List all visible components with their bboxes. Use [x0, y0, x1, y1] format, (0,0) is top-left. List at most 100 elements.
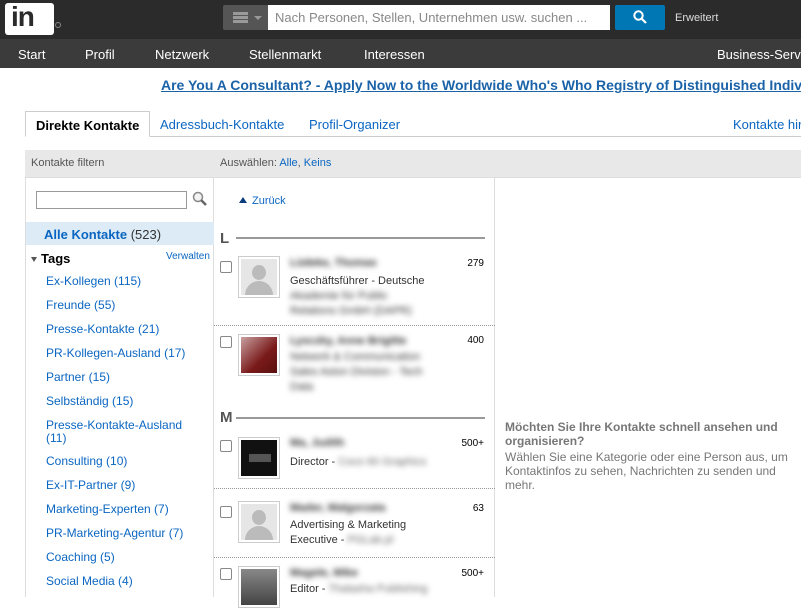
select-none-link[interactable]: Keins	[304, 157, 332, 169]
tag-item[interactable]: PR-Marketing-Agentur (7)	[46, 527, 206, 540]
tag-item[interactable]: Selbständig (15)	[46, 395, 206, 408]
contact-photo-image	[241, 440, 277, 476]
contact-connection-count: 63	[472, 503, 484, 514]
contact-photo-image	[241, 569, 277, 605]
chevron-down-icon	[254, 16, 262, 20]
main-nav: Start Profil Netzwerk Stellenmarkt Inter…	[0, 39, 801, 68]
linkedin-logo[interactable]: in	[5, 1, 54, 35]
tag-item[interactable]: Freunde (55)	[46, 299, 206, 312]
manage-tags-link[interactable]: Verwalten	[166, 251, 210, 262]
contact-connection-count: 279	[467, 258, 484, 269]
tag-item[interactable]: Presse-Kontakte (21)	[46, 323, 206, 336]
contact-company[interactable]: Coco 60 Graphics	[338, 456, 426, 468]
tab-profile-organizer[interactable]: Profil-Organizer	[309, 117, 400, 132]
contact-checkbox[interactable]	[220, 506, 232, 518]
filter-header-label: Kontakte filtern	[31, 157, 105, 169]
contact-headline-2: Sales Aston Division - Tech	[290, 366, 423, 378]
contact-checkbox[interactable]	[220, 440, 232, 452]
contact-name[interactable]: Ma, Judith	[290, 437, 344, 449]
contact-photo[interactable]	[238, 566, 280, 608]
triangle-down-icon	[31, 257, 37, 263]
row-divider	[214, 325, 495, 326]
contact-photo[interactable]	[238, 256, 280, 298]
tags-label: Tags	[41, 251, 71, 266]
contact-headline-2: Executive - PGLab.pl	[290, 533, 393, 548]
tab-address-book-contacts[interactable]: Adressbuch-Kontakte	[160, 117, 284, 132]
menu-icon	[233, 12, 248, 23]
tag-item[interactable]: Ex-Kollegen (115)	[46, 275, 206, 288]
letter-heading: M	[220, 409, 233, 426]
contact-photo[interactable]	[238, 501, 280, 543]
nav-item-network[interactable]: Netzwerk	[155, 47, 209, 62]
contact-name[interactable]: Magele, Mike	[290, 567, 358, 579]
nav-item-interests[interactable]: Interessen	[364, 47, 425, 62]
nav-item-start[interactable]: Start	[18, 47, 45, 62]
filter-sidebar: Alle Kontakte (523) Tags Verwalten Ex-Ko…	[25, 178, 214, 597]
letter-heading: L	[220, 230, 230, 247]
contact-list: Zurück L Lüdeke, Thomas 279 Geschäftsfüh…	[214, 178, 495, 608]
tag-item[interactable]: Coaching (5)	[46, 551, 206, 564]
search-category-dropdown[interactable]	[223, 5, 268, 30]
tags-section-toggle[interactable]: Tags	[31, 251, 70, 266]
select-all-link[interactable]: Alle	[279, 157, 297, 169]
contact-company[interactable]: PGLab.pl	[347, 534, 393, 546]
letter-divider	[236, 417, 485, 419]
logo-text: in	[11, 1, 35, 33]
tag-item[interactable]: Marketing-Experten (7)	[46, 503, 206, 516]
logo-label: in	[11, 1, 35, 32]
advanced-search-link[interactable]: Erweitert	[675, 12, 718, 24]
contact-headline: Network & Communication	[290, 351, 421, 363]
all-contacts-label: Alle Kontakte	[44, 227, 128, 242]
top-header: in Erweitert	[0, 0, 801, 39]
contact-photo[interactable]	[238, 334, 280, 376]
tag-item[interactable]: Consulting (10)	[46, 455, 206, 468]
contact-headline-3: Relations GmbH (DAPR)	[290, 305, 412, 317]
contact-name[interactable]: Lysczky, Anne Brigitte	[290, 335, 406, 347]
tag-item[interactable]: Partner (15)	[46, 371, 206, 384]
tab-add-contacts[interactable]: Kontakte hir	[733, 117, 801, 132]
row-divider	[214, 488, 495, 489]
tag-item[interactable]: Social Media (4)	[46, 575, 206, 588]
search-icon	[633, 10, 647, 24]
nav-item-business-services[interactable]: Business-Serv	[717, 47, 801, 62]
ad-banner-link[interactable]: Are You A Consultant? - Apply Now to the…	[161, 77, 801, 93]
contact-name[interactable]: Mader, Malgorzata	[290, 502, 385, 514]
tab-direct-contacts[interactable]: Direkte Kontakte	[25, 111, 151, 137]
detail-column-header	[495, 150, 801, 178]
select-label: Auswählen:	[220, 157, 277, 169]
tag-item[interactable]: Ex-IT-Partner (9)	[46, 479, 206, 492]
nav-item-profile[interactable]: Profil	[85, 47, 115, 62]
registered-mark-icon	[55, 22, 61, 28]
contact-headline-3: Data	[290, 381, 314, 393]
contact-connection-count: 400	[467, 335, 484, 346]
detail-panel: Möchten Sie Ihre Kontakte schnell ansehe…	[495, 178, 801, 597]
triangle-up-icon	[239, 197, 247, 203]
back-label: Zurück	[252, 195, 286, 207]
contact-headline-text: Director -	[290, 456, 339, 468]
search-input[interactable]	[268, 5, 610, 30]
detail-text: Wählen Sie eine Kategorie oder eine Pers…	[505, 450, 788, 492]
contact-name[interactable]: Lüdeke, Thomas	[290, 257, 377, 269]
tag-item[interactable]: Presse-Kontakte-Ausland (11)	[46, 419, 191, 445]
generic-avatar-icon	[241, 259, 277, 295]
contact-headline: Advertising & Marketing	[290, 519, 407, 531]
all-contacts-count: (523)	[130, 227, 162, 242]
contact-photo[interactable]	[238, 437, 280, 479]
contact-checkbox[interactable]	[220, 336, 232, 348]
all-contacts-item[interactable]: Alle Kontakte (523)	[26, 222, 214, 245]
contact-headline-text: Editor -	[290, 583, 329, 595]
filter-column-header: Kontakte filtern	[25, 150, 214, 178]
filter-contacts-input[interactable]	[36, 191, 187, 209]
contact-headline: Director - Coco 60 Graphics	[290, 455, 426, 470]
back-link[interactable]: Zurück	[239, 195, 286, 207]
generic-avatar-icon	[241, 504, 277, 540]
contact-checkbox[interactable]	[220, 568, 232, 580]
search-button[interactable]	[615, 5, 665, 30]
contact-checkbox[interactable]	[220, 261, 232, 273]
contact-headline-2: Akademie für Public	[290, 290, 388, 302]
contact-company[interactable]: Thalasha Publishing	[328, 583, 427, 595]
row-divider	[214, 557, 495, 558]
search-icon[interactable]	[192, 191, 208, 207]
nav-item-jobs[interactable]: Stellenmarkt	[249, 47, 321, 62]
tag-item[interactable]: PR-Kollegen-Ausland (17)	[46, 347, 206, 360]
